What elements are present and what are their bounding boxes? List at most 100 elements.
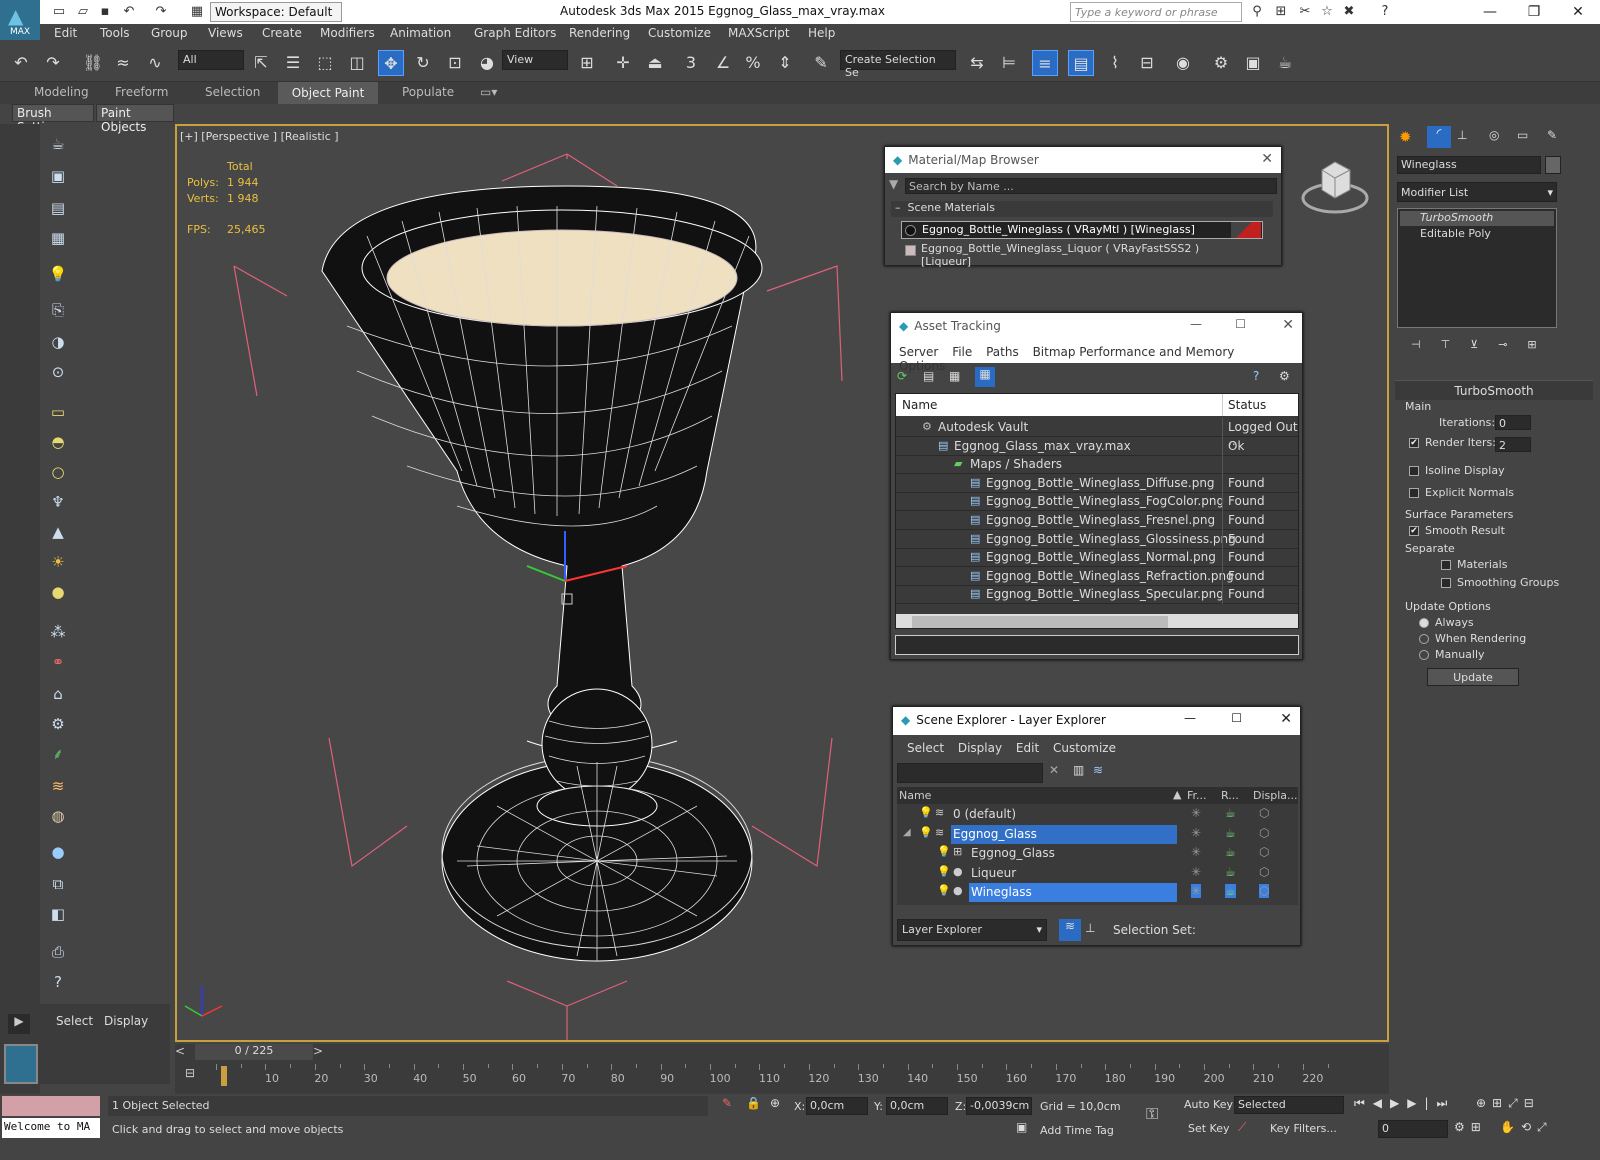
scene-materials-group[interactable]: – Scene Materials <box>891 201 1273 217</box>
isolate-icon[interactable]: ✎ <box>722 1096 732 1110</box>
schematic-view-icon[interactable]: ⊟ <box>1134 50 1160 76</box>
viewport-thumbnail[interactable] <box>4 1044 38 1084</box>
keyboard-shortcut-icon[interactable]: ⏏ <box>642 50 668 76</box>
scene-explorer-titlebar[interactable]: ◆ Scene Explorer - Layer Explorer — ☐ ✕ <box>893 707 1300 735</box>
select-rotate-icon[interactable]: ↻ <box>410 50 436 76</box>
freeze-icon[interactable]: ✳ <box>1191 826 1201 840</box>
rect-selection-icon[interactable]: ⬚ <box>312 50 338 76</box>
add-time-tag[interactable]: Add Time Tag <box>1040 1124 1114 1137</box>
maximize-button[interactable]: ❐ <box>1514 0 1554 24</box>
manually-radio[interactable] <box>1419 650 1429 660</box>
stack-tools[interactable]: ⊣⊤⊻⊸⊞ <box>1411 338 1557 351</box>
menu-animation[interactable]: Animation <box>390 26 451 40</box>
explicit-normals-checkbox[interactable] <box>1409 488 1419 498</box>
menu-edit[interactable]: Edit <box>54 26 77 40</box>
film-icon[interactable]: ⊙ <box>46 360 70 384</box>
material-search-input[interactable]: Search by Name ... <box>905 178 1277 194</box>
ball-icon[interactable]: ● <box>46 840 70 864</box>
undo-icon[interactable]: ↶ <box>120 3 138 21</box>
selection-filter-dropdown[interactable]: All <box>178 50 244 70</box>
display-box-icon[interactable]: ⬡ <box>1259 826 1269 840</box>
asset-row[interactable]: ⚙ Autodesk Vault Logged Out .. <box>896 418 1298 448</box>
placement-icon[interactable]: ◕ <box>474 50 500 76</box>
layer-name[interactable]: 0 (default) <box>951 805 1177 824</box>
hierarchy-icon[interactable]: ⊥ <box>1085 921 1095 935</box>
asset-row[interactable]: ▤ Eggnog_Glass_max_vray.max Ok <box>896 436 1298 456</box>
menu-group[interactable]: Group <box>151 26 188 40</box>
fur-icon[interactable]: ≋ <box>46 774 70 798</box>
motion-tab-icon[interactable]: ◎ <box>1489 128 1499 142</box>
col-name[interactable]: Name <box>902 398 937 412</box>
ribbon-toggle-icon[interactable]: ▤ <box>1068 50 1094 76</box>
mini-curve-icon[interactable]: ⊟ <box>185 1066 195 1080</box>
freeze-icon[interactable]: ✳ <box>1191 845 1201 859</box>
listener-output[interactable]: Welcome to MA <box>2 1118 100 1138</box>
layer-manager-icon[interactable]: ≡ <box>1032 50 1058 76</box>
menu-bitmap-performance[interactable]: Bitmap Performance and Memory <box>1033 345 1235 359</box>
asset-row[interactable]: ▤ Eggnog_Bottle_Wineglass_Glossiness.png F… <box>896 529 1298 549</box>
object-name-field[interactable]: Wineglass <box>1397 156 1541 174</box>
render-teapot-icon[interactable]: ☕ <box>1225 806 1236 820</box>
minimize-icon[interactable]: — <box>1184 711 1196 725</box>
menu-display[interactable]: Display <box>958 741 1002 755</box>
dome-icon[interactable]: ◓ <box>46 430 70 454</box>
camera-icon[interactable]: ⎘ <box>46 298 70 322</box>
tab-populate[interactable]: Populate <box>402 85 454 99</box>
freeze-icon[interactable]: ✳ <box>1191 884 1202 899</box>
materials-checkbox[interactable] <box>1441 560 1451 570</box>
help-circle-icon[interactable]: ? <box>46 970 70 994</box>
render-teapot-icon[interactable]: ☕ <box>1225 826 1236 840</box>
display-box-icon[interactable]: ⬡ <box>1259 806 1269 820</box>
list-icon[interactable]: ▤ <box>46 196 70 220</box>
asset-tracking-titlebar[interactable]: ◆ Asset Tracking — ☐ ✕ <box>891 313 1302 339</box>
bind-space-warp-icon[interactable]: ∿ <box>142 50 168 76</box>
grass-icon[interactable]: ⸙ <box>46 742 70 766</box>
material-editor-icon[interactable]: ◉ <box>1170 50 1196 76</box>
menu-modifiers[interactable]: Modifiers <box>320 26 375 40</box>
modify-tab-icon[interactable]: ◜ <box>1427 126 1451 148</box>
workspace-dropdown[interactable]: Workspace: Default <box>210 2 342 22</box>
disc-icon[interactable]: ● <box>46 580 70 604</box>
col-display[interactable]: Displa... <box>1253 789 1298 802</box>
z-field[interactable]: -0,0039cm <box>966 1097 1032 1115</box>
export-icon[interactable]: ⎙ <box>46 940 70 964</box>
scene-search-input[interactable] <box>897 763 1043 783</box>
auto-key-button[interactable]: Auto Key <box>1184 1098 1233 1111</box>
curve-editor-icon[interactable]: ⌇ <box>1102 50 1128 76</box>
turbosmooth-rollout[interactable]: TurboSmooth <box>1395 380 1593 400</box>
render-teapot-icon[interactable]: ☕ <box>1225 884 1236 899</box>
view-navigation-icons[interactable]: ✋⟲⤢ <box>1500 1120 1553 1135</box>
tab-selection[interactable]: Selection <box>205 85 260 99</box>
y-field[interactable]: 0,0cm <box>886 1097 948 1115</box>
menu-file[interactable]: File <box>952 345 972 359</box>
layer-name[interactable]: Eggnog_Glass <box>951 824 1177 844</box>
menu-server[interactable]: Server <box>899 345 938 359</box>
keyword-search-input[interactable]: Type a keyword or phrase <box>1070 2 1242 22</box>
layer-name[interactable]: Eggnog_Glass <box>969 844 1177 863</box>
menu-edit[interactable]: Edit <box>1016 741 1039 755</box>
grid-icon[interactable]: ▦ <box>46 226 70 250</box>
menu-graph-editors[interactable]: Graph Editors <box>474 26 556 40</box>
display-box-icon[interactable]: ⬡ <box>1259 845 1269 859</box>
visibility-bulb-icon[interactable]: 💡 <box>919 806 933 819</box>
tab-object-paint[interactable]: Object Paint <box>278 82 378 104</box>
stack-editable-poly[interactable]: Editable Poly <box>1400 227 1554 242</box>
col-name[interactable]: Name <box>899 789 931 802</box>
col-render[interactable]: R... <box>1221 789 1239 802</box>
minimize-icon[interactable]: — <box>1190 317 1202 331</box>
menu-select[interactable]: Select <box>907 741 944 755</box>
select-object-icon[interactable]: ⇱ <box>248 50 274 76</box>
texture-icon[interactable]: ◍ <box>46 804 70 828</box>
asset-path-field[interactable] <box>895 635 1299 655</box>
object-color-swatch[interactable] <box>1545 156 1561 174</box>
layer-row[interactable]: 💡 ≋ 0 (default) ✳ ☕ ⬡ <box>897 805 1298 824</box>
add-to-layer-icon[interactable]: ≋ <box>1093 763 1103 777</box>
filter-icon[interactable]: ▼ <box>889 177 901 191</box>
help-icon[interactable]: ? <box>1253 369 1259 383</box>
menu-create[interactable]: Create <box>262 26 302 40</box>
col-freeze[interactable]: Fr... <box>1187 789 1207 802</box>
pivot-center-icon[interactable]: ⊞ <box>574 50 600 76</box>
select-tab[interactable]: Select <box>56 1014 93 1028</box>
play-left-icon[interactable]: ▶ <box>8 1014 30 1034</box>
particles-icon[interactable]: ⁂ <box>46 620 70 644</box>
